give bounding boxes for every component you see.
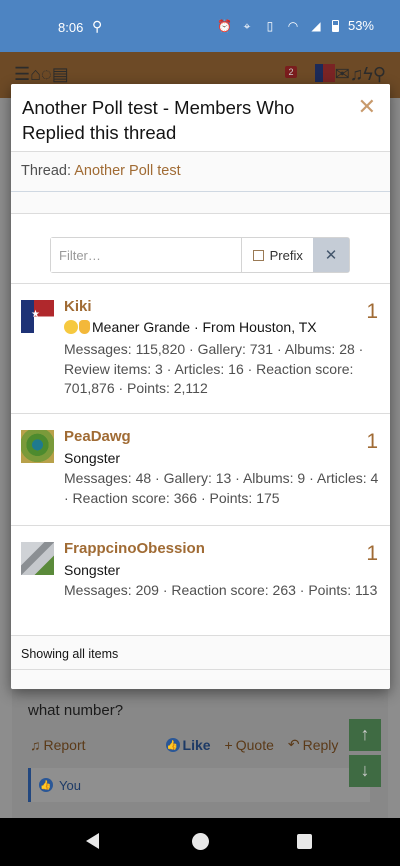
prefix-checkbox[interactable]: Prefix [241,238,313,272]
filter-bar: Prefix ✕ [11,214,390,284]
battery-percent: 53% [347,18,374,33]
overlay-footer: Showing all items [11,636,390,670]
liked-by: You [59,777,81,793]
menu-icon[interactable]: ☰ [14,64,30,85]
wifi-icon: ◠ [287,18,299,33]
search-icon[interactable]: ⚲ [373,64,386,85]
member-name[interactable]: FrappcinoObession [64,540,205,557]
member-row-kiki: Kiki Meaner Grande · From Houston, TX Me… [11,284,390,414]
prefix-label: Prefix [269,247,303,263]
reply-icon: ↶ [287,736,300,752]
filter-group: Prefix ✕ [50,237,350,273]
member-title: Songster [64,562,121,578]
bell-icon: ♫ [30,736,41,753]
home-icon[interactable]: ⌂ [30,64,41,85]
notification-badge: 2 [285,66,297,78]
reply-count: 1 [366,430,378,453]
footer-padding [11,670,390,689]
mail-icon[interactable]: ✉ [335,64,350,85]
divider [11,192,390,214]
clock: 8:06 [58,20,84,35]
hand-emoji-icon [79,320,90,334]
overlay-header: Another Poll test - Members Who Replied … [11,84,390,152]
member-title: Meaner Grande · From Houston, TX [64,319,317,335]
checkbox-icon[interactable] [252,249,264,261]
post-actions: ♫ Report 👍 Like + Quote ↶ Reply [30,736,378,753]
thread-row: Thread: Another Poll test [11,152,390,192]
reply-count: 1 [366,542,378,565]
member-stats: Messages: 48 · Gallery: 13 · Albums: 9 ·… [64,470,379,506]
eyeroll-emoji-icon [64,320,78,334]
member-row-frappcinoobession: FrappcinoObession Songster Messages: 209… [11,526,390,636]
document-icon[interactable]: ▤ [52,64,69,85]
plus-icon: + [224,736,233,753]
system-nav-bar [0,818,400,866]
vibrate-icon: ▯ [266,18,274,33]
report-button[interactable]: ♫ Report [30,736,86,753]
recent-apps-icon[interactable] [297,834,312,849]
likes-bar[interactable]: 👍 You [28,768,370,802]
back-icon[interactable] [86,833,99,849]
status-icons: ⏰ ⌖ ▯ ◠ ◢ 53% [217,18,374,33]
filter-input[interactable] [51,238,242,272]
thread-label: Thread: [21,163,75,179]
member-stats: Messages: 115,820 · Gallery: 731 · Album… [64,341,364,396]
alarm-icon: ⏰ [216,18,232,33]
member-name[interactable]: Kiki [64,298,92,315]
member-row-peadawg: PeaDawg Songster Messages: 48 · Gallery:… [11,414,390,526]
avatar[interactable] [21,430,54,463]
home-button-icon[interactable] [192,833,209,850]
post-text: what number? [28,702,124,719]
clear-filter-button[interactable]: ✕ [313,238,349,272]
overlay-title: Another Poll test - Members Who Replied … [22,97,295,143]
chat-icon[interactable]: ◌ [41,64,52,85]
quote-button[interactable]: + Quote [225,736,274,753]
members-overlay: Another Poll test - Members Who Replied … [11,84,390,689]
signal-icon: ◢ [311,18,321,33]
member-name[interactable]: PeaDawg [64,428,131,445]
background-post: what number? ♫ Report 👍 Like + Quote ↶ Reply… [12,690,388,820]
location-icon: ⌖ [243,18,251,33]
battery-icon [331,19,339,32]
reply-count: 1 [366,300,378,323]
thumbs-up-icon: 👍 [39,778,53,792]
user-avatar[interactable] [314,64,335,82]
like-button[interactable]: 👍 Like [165,736,211,753]
member-stats: Messages: 209 · Reaction score: 263 · Po… [64,582,378,598]
scroll-up-button[interactable]: ↑ [349,719,381,751]
lightning-icon[interactable]: ϟ [363,64,373,85]
wifi-calling-icon: ⚲ [92,18,103,34]
status-bar: 8:06 ⚲ ⏰ ⌖ ▯ ◠ ◢ 53% [0,0,400,52]
thread-link[interactable]: Another Poll test [74,163,180,179]
close-icon[interactable]: ✕ [358,94,376,120]
reply-button[interactable]: ↶ Reply [288,736,339,753]
scroll-down-button[interactable]: ↓ [349,755,381,787]
bell-icon[interactable]: ♫ [350,64,364,85]
avatar[interactable] [21,542,54,575]
member-title: Songster [64,450,121,466]
thumbs-up-icon: 👍 [165,737,180,752]
avatar[interactable] [21,300,54,333]
